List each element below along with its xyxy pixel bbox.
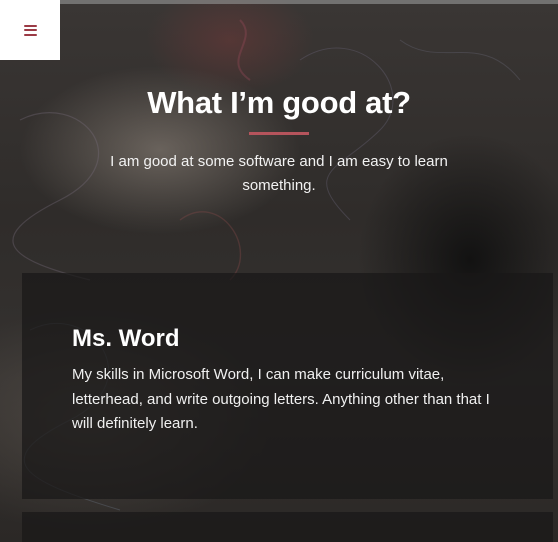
skills-heading-section: What I’m good at? I am good at some soft… [0, 82, 558, 198]
hamburger-menu-icon [23, 24, 37, 36]
skill-card-ms-word: Ms. Word My skills in Microsoft Word, I … [22, 273, 553, 499]
skill-title: Ms. Word [72, 325, 180, 352]
top-border-line [60, 0, 558, 4]
page: What I’m good at? I am good at some soft… [0, 0, 558, 542]
skill-card-next [22, 512, 553, 542]
menu-button[interactable] [0, 0, 60, 60]
skill-description: My skills in Microsoft Word, I can make … [72, 366, 490, 432]
section-title: What I’m good at? [147, 85, 411, 120]
section-subtitle: I am good at some software and I am easy… [110, 153, 448, 194]
title-divider [249, 132, 309, 135]
